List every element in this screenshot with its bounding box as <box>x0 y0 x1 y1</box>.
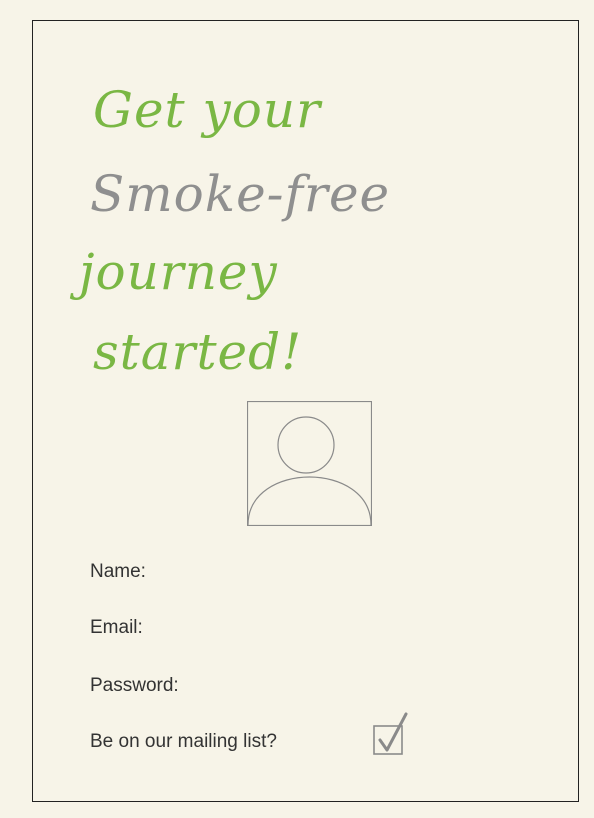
user-avatar-placeholder-icon <box>247 401 372 526</box>
email-label: Email: <box>90 617 143 638</box>
name-label: Name: <box>90 561 146 582</box>
avatar-upload[interactable] <box>247 401 372 526</box>
password-label: Password: <box>90 675 179 696</box>
headline-line-2: Smoke-free <box>90 165 391 223</box>
headline-line-4: started! <box>93 323 303 381</box>
checkmark-icon <box>373 712 408 755</box>
mailing-list-checkbox[interactable] <box>372 710 412 758</box>
headline: Get your Smoke-free journey started! <box>33 21 578 401</box>
signup-card: Get your Smoke-free journey started! Nam… <box>32 20 579 802</box>
mailing-list-label: Be on our mailing list? <box>90 731 277 752</box>
headline-line-3: journey <box>79 243 278 301</box>
headline-line-1: Get your <box>93 81 321 139</box>
